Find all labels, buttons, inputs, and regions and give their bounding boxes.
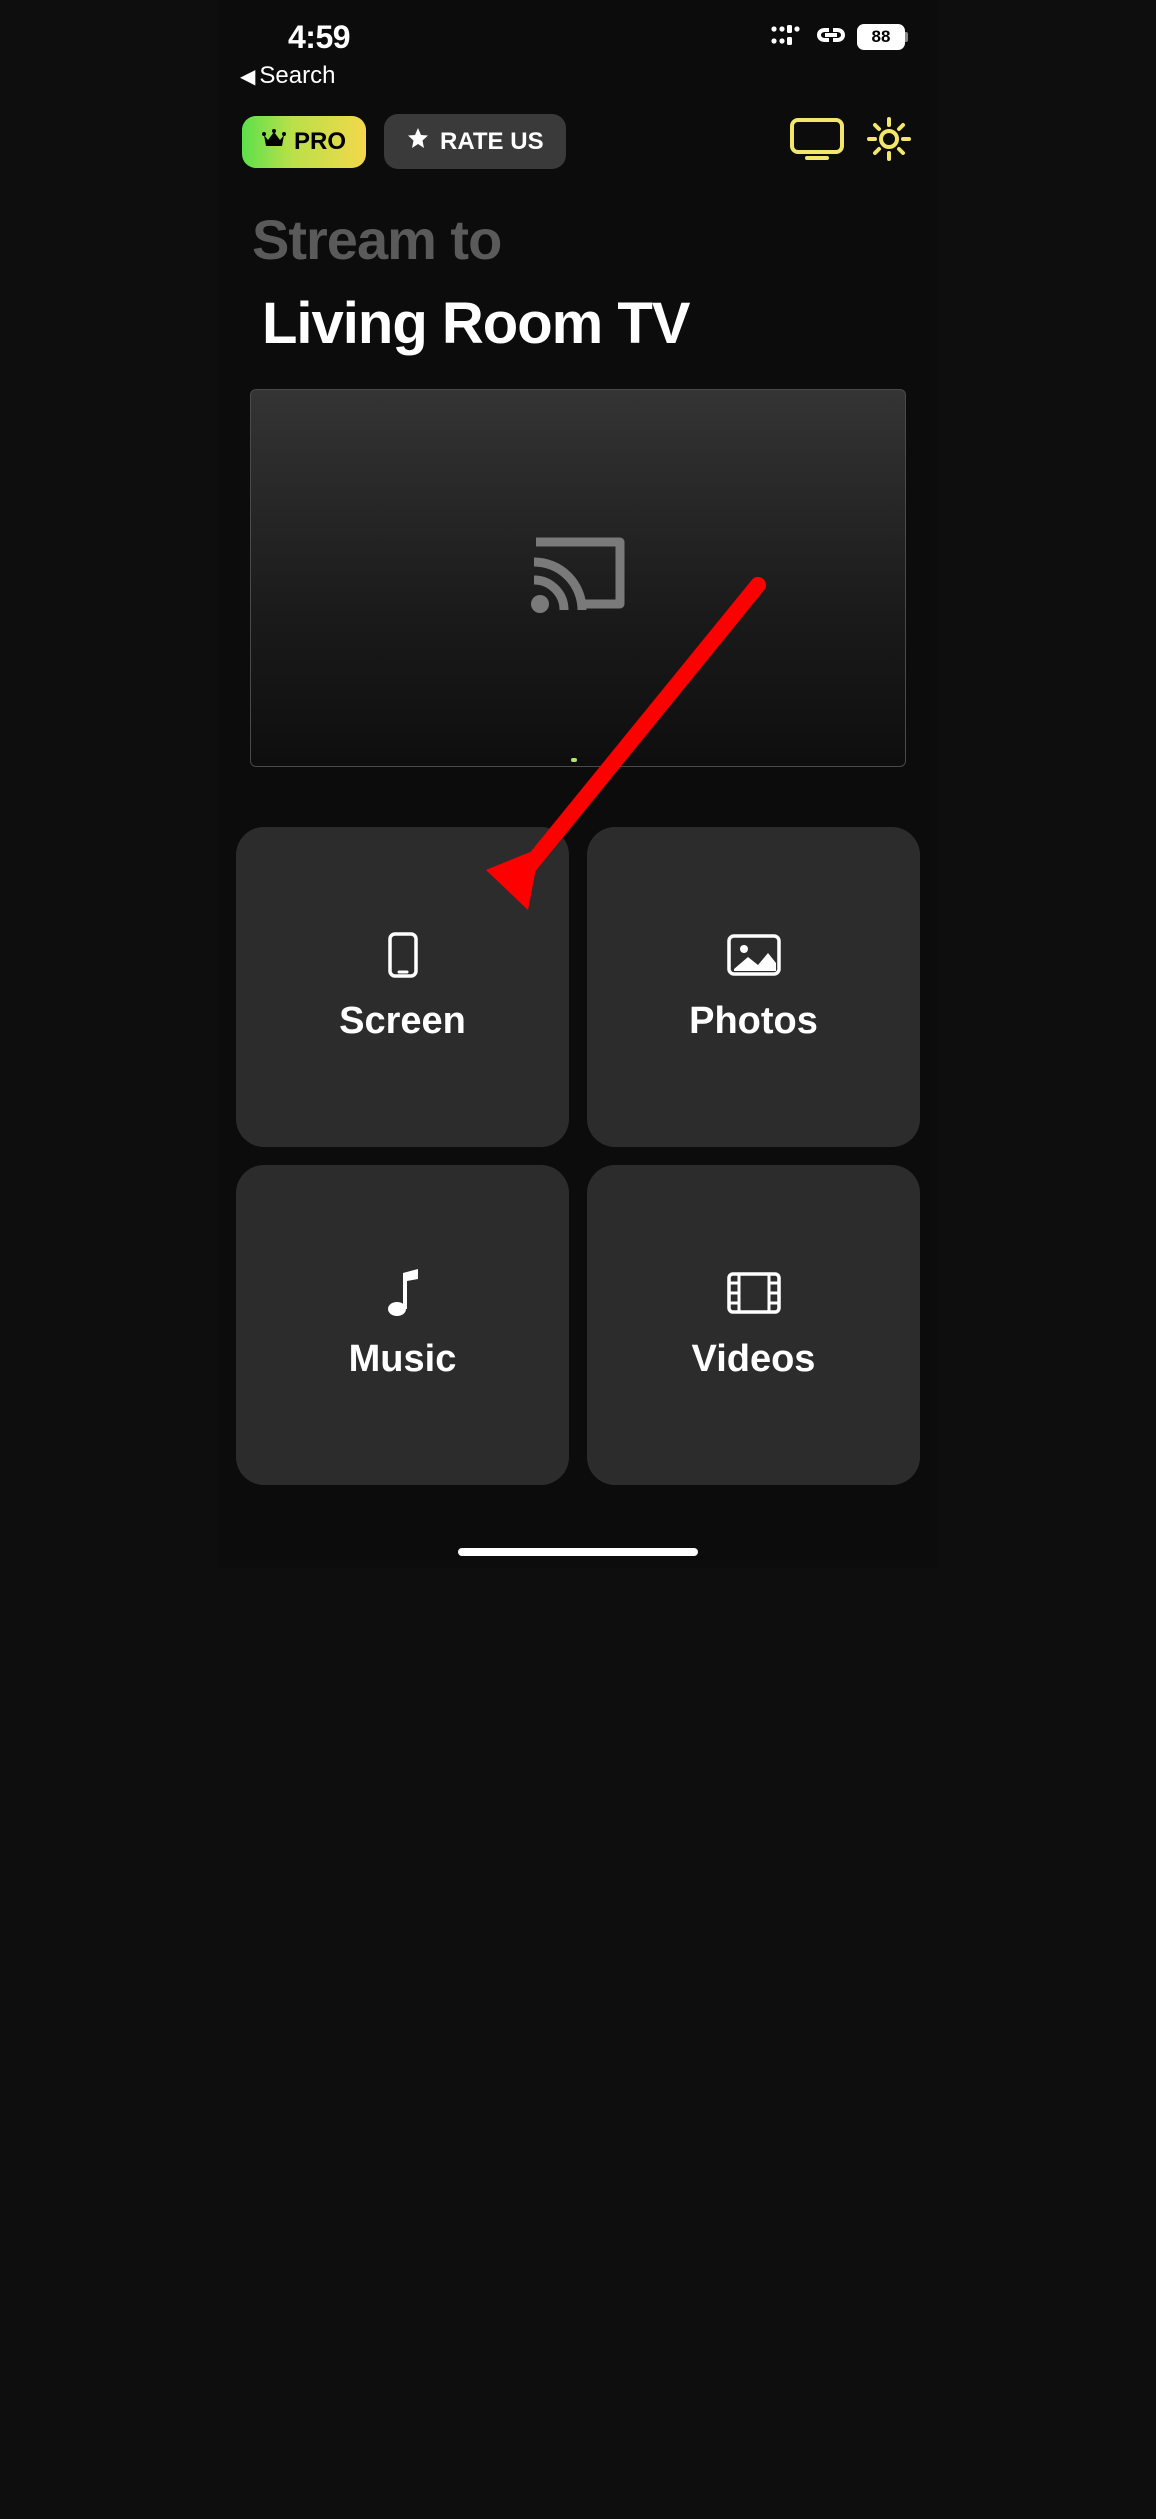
battery-percent: 88	[872, 27, 891, 47]
settings-button[interactable]	[864, 117, 914, 166]
cast-icon	[528, 534, 628, 623]
film-icon	[726, 1270, 782, 1316]
back-label: Search	[259, 62, 335, 90]
page-title: Stream to Living Room TV	[218, 169, 938, 357]
music-label: Music	[349, 1338, 457, 1381]
music-tile[interactable]: Music	[236, 1165, 569, 1485]
videos-label: Videos	[692, 1338, 816, 1381]
pro-label: PRO	[294, 128, 346, 156]
music-note-icon	[375, 1270, 431, 1316]
tiles-grid: Screen Photos Music	[218, 767, 938, 1485]
screen-label: Screen	[339, 1000, 466, 1043]
rate-label: RATE US	[440, 128, 544, 156]
home-indicator[interactable]	[458, 1548, 698, 1556]
battery-indicator: 88	[857, 24, 908, 50]
photos-label: Photos	[689, 1000, 818, 1043]
link-icon	[815, 25, 847, 50]
toolbar: PRO RATE US	[218, 90, 938, 169]
photos-tile[interactable]: Photos	[587, 827, 920, 1147]
tv-led-indicator	[571, 758, 577, 762]
screen-tile[interactable]: Screen	[236, 827, 569, 1147]
image-icon	[726, 932, 782, 978]
signal-icon	[771, 25, 805, 50]
phone-screen: 4:59	[218, 0, 938, 1568]
status-bar: 4:59	[218, 0, 938, 56]
chevron-left-icon: ◀	[240, 64, 255, 89]
gear-icon	[867, 117, 911, 166]
rate-us-button[interactable]: RATE US	[384, 114, 566, 169]
star-icon	[406, 126, 430, 157]
tv-icon	[789, 117, 845, 166]
phone-icon	[375, 932, 431, 978]
pro-button[interactable]: PRO	[242, 116, 366, 168]
device-name: Living Room TV	[252, 290, 904, 357]
title-prefix: Stream to	[252, 207, 904, 272]
cast-target-button[interactable]	[788, 117, 846, 166]
status-right: 88	[771, 24, 908, 50]
crown-icon	[262, 128, 286, 156]
status-time: 4:59	[288, 19, 350, 56]
videos-tile[interactable]: Videos	[587, 1165, 920, 1485]
back-search-button[interactable]: ◀ Search	[218, 62, 938, 90]
tv-preview[interactable]	[250, 389, 906, 767]
